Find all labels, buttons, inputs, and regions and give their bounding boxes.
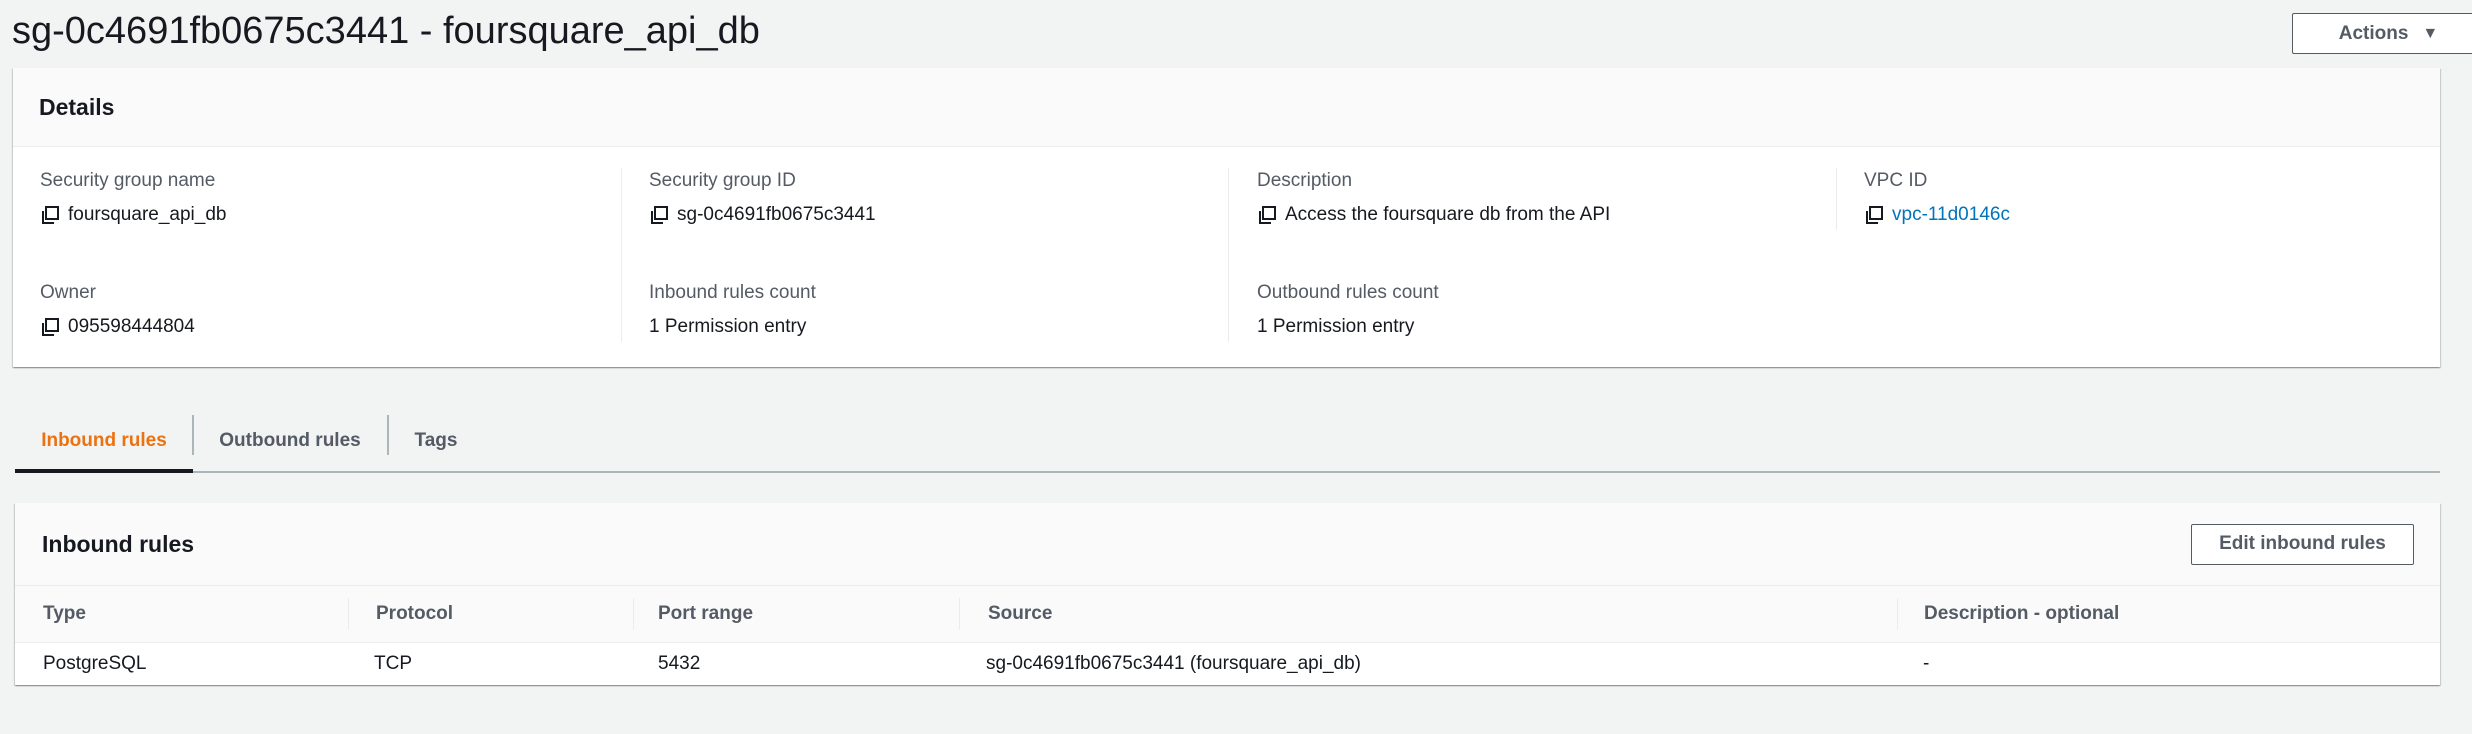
- field-value: sg-0c4691fb0675c3441: [649, 204, 876, 226]
- inbound-rules-count-field: Inbound rules count 1 Permission entry: [649, 282, 816, 338]
- field-label: Security group ID: [649, 170, 796, 191]
- security-group-name-field: Security group name foursquare_api_db: [40, 170, 226, 226]
- copy-icon[interactable]: [1257, 205, 1277, 225]
- tab-tags[interactable]: Tags: [389, 410, 483, 471]
- field-value: foursquare_api_db: [40, 204, 226, 226]
- column-header-source[interactable]: Source: [988, 586, 1052, 642]
- column-separator: [348, 598, 349, 630]
- field-label: Security group name: [40, 170, 216, 191]
- active-tab-indicator: [15, 469, 193, 473]
- column-header-description[interactable]: Description - optional: [1924, 586, 2119, 642]
- tab-bar: Inbound rules Outbound rules Tags: [15, 410, 2440, 473]
- security-group-id-field: Security group ID sg-0c4691fb0675c3441: [649, 170, 876, 226]
- description-field: Description Access the foursquare db fro…: [1257, 170, 1610, 226]
- field-label: Description: [1257, 170, 1353, 191]
- field-value: 1 Permission entry: [649, 316, 816, 338]
- cell-source: sg-0c4691fb0675c3441 (foursquare_api_db): [986, 653, 1361, 674]
- cell-type: PostgreSQL: [43, 653, 147, 674]
- tab-inbound-rules[interactable]: Inbound rules: [15, 410, 193, 471]
- inbound-rules-count-value: 1 Permission entry: [649, 316, 807, 337]
- cell-protocol: TCP: [374, 653, 412, 674]
- owner-field: Owner 095598444804: [40, 282, 195, 338]
- field-label: VPC ID: [1864, 170, 1928, 191]
- tab-outbound-rules[interactable]: Outbound rules: [194, 410, 386, 471]
- inbound-rules-title: Inbound rules: [42, 530, 195, 557]
- inbound-rules-table: Type Protocol Port range Source Descript…: [15, 585, 2440, 685]
- inbound-rules-panel: Inbound rules Edit inbound rules Type Pr…: [15, 503, 2440, 685]
- cell-port-range: 5432: [658, 653, 701, 674]
- copy-icon[interactable]: [40, 205, 60, 225]
- field-label: Inbound rules count: [649, 282, 816, 303]
- copy-icon[interactable]: [649, 205, 669, 225]
- description-value: Access the foursquare db from the API: [1285, 204, 1611, 225]
- column-separator: [1897, 598, 1898, 630]
- vpc-id-link[interactable]: vpc-11d0146c: [1892, 204, 2010, 226]
- vpc-id-field: VPC ID vpc-11d0146c: [1864, 170, 2010, 226]
- field-label: Outbound rules count: [1257, 282, 1439, 303]
- page-title: sg-0c4691fb0675c3441 - foursquare_api_db: [12, 10, 760, 52]
- column-separator: [959, 598, 960, 630]
- copy-icon[interactable]: [1864, 205, 1884, 225]
- outbound-rules-count-field: Outbound rules count 1 Permission entry: [1257, 282, 1439, 338]
- details-panel: Details Security group name foursquare_a…: [13, 68, 2440, 367]
- details-title: Details: [39, 93, 115, 120]
- details-header: Details: [13, 68, 2440, 147]
- column-header-type[interactable]: Type: [43, 586, 86, 642]
- cell-description: -: [1923, 653, 1930, 674]
- outbound-rules-count-value: 1 Permission entry: [1257, 316, 1415, 337]
- actions-button-label: Actions: [2338, 22, 2409, 44]
- field-label: Owner: [40, 282, 96, 303]
- column-header-port-range[interactable]: Port range: [658, 586, 753, 642]
- table-header: Type Protocol Port range Source Descript…: [15, 585, 2440, 643]
- column-header-protocol[interactable]: Protocol: [376, 586, 453, 642]
- security-group-name-value: foursquare_api_db: [68, 204, 227, 225]
- owner-value: 095598444804: [68, 316, 195, 337]
- inbound-rules-header: Inbound rules Edit inbound rules: [15, 503, 2440, 585]
- column-divider: [1228, 168, 1229, 342]
- caret-down-icon: ▼: [2422, 24, 2439, 42]
- actions-button[interactable]: Actions ▼: [2292, 13, 2472, 54]
- column-divider: [1836, 168, 1837, 230]
- column-divider: [621, 168, 622, 342]
- field-value: Access the foursquare db from the API: [1257, 204, 1610, 226]
- security-group-page: sg-0c4691fb0675c3441 - foursquare_api_db…: [0, 0, 2472, 734]
- security-group-id-value: sg-0c4691fb0675c3441: [677, 204, 876, 225]
- table-row: PostgreSQL TCP 5432 sg-0c4691fb0675c3441…: [15, 643, 2440, 685]
- column-separator: [633, 598, 634, 630]
- field-value: 1 Permission entry: [1257, 316, 1439, 338]
- field-value: vpc-11d0146c: [1864, 204, 2010, 226]
- copy-icon[interactable]: [40, 317, 60, 337]
- edit-inbound-rules-button[interactable]: Edit inbound rules: [2191, 523, 2414, 565]
- field-value: 095598444804: [40, 316, 195, 338]
